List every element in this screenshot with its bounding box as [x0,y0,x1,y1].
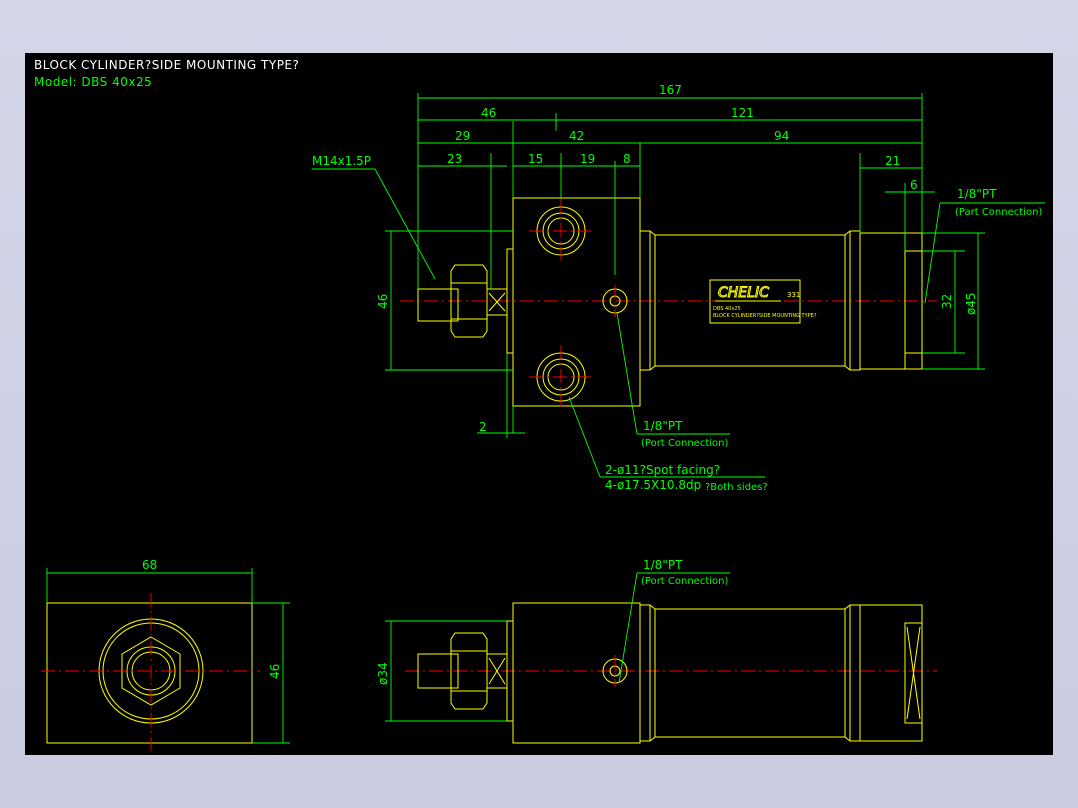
dim-121: 121 [731,106,754,120]
note-counterbore: 4-ø17.5X10.8dp [605,478,701,492]
cad-drawing: BLOCK CYLINDER?SIDE MOUNTING TYPE? Model… [34,58,1045,751]
drawing-canvas: BLOCK CYLINDER?SIDE MOUNTING TYPE? Model… [25,53,1053,755]
dim-15: 15 [528,152,543,166]
dim-8: 8 [623,152,631,166]
note-port-conn-bottom: (Port Connection) [641,576,728,587]
label-line1: DBS 40x25 [713,306,741,312]
dim-21: 21 [885,154,900,168]
dim-6: 6 [910,178,918,192]
dim-167: 167 [659,83,682,97]
dim-2: 2 [479,420,487,434]
block-body [512,197,641,407]
note-port-conn-mid: (Port Connection) [641,438,728,449]
main-view: CHELIC 331 DBS 40x25 BLOCK CYLINDER?SIDE… [400,197,937,409]
note-both-sides: ?Both sides? [705,482,768,493]
label-brand: CHELIC [718,285,769,301]
dim-42: 42 [569,129,584,143]
dim-46-top: 46 [481,106,496,120]
note-thread: M14x1.5P [312,154,371,168]
rod-end [417,288,459,322]
dim-19: 19 [580,152,595,166]
note-port-conn-right: (Part Connection) [955,207,1042,218]
note-port-pt-mid: 1/8"PT [643,419,683,433]
label-line2: BLOCK CYLINDER?SIDE MOUNTING TYPE? [713,313,817,319]
note-spot-facing: 2-ø11?Spot facing? [605,463,720,477]
dim-dia45: ø45 [964,292,978,315]
note-port-pt-right: 1/8"PT [957,187,997,201]
main-notes: M14x1.5P 1/8"PT (Part Connection) 1/8"PT… [312,154,1045,493]
dim-46-left: 46 [376,294,390,309]
dim-32: 32 [940,294,954,309]
end-block [46,602,253,744]
side-dimensions: ø34 1/8"PT (Port Connection) [376,558,730,722]
side-end-cap [859,604,923,742]
dim-29: 29 [455,129,470,143]
side-view [405,602,937,744]
dim-46-end: 46 [268,664,282,679]
dim-23: 23 [447,152,462,166]
drawing-title: BLOCK CYLINDER?SIDE MOUNTING TYPE? [34,58,299,72]
label-code: 331 [787,291,800,299]
model-label: Model: DBS 40x25 [34,75,152,89]
end-view [41,593,260,751]
main-dimensions: 167 46 121 29 42 94 23 15 19 8 21 6 46 2… [376,83,985,438]
dim-94: 94 [774,129,789,143]
dim-68: 68 [142,558,157,572]
dim-dia34: ø34 [376,662,390,685]
note-port-pt-bottom: 1/8"PT [643,558,683,572]
side-tube [640,604,861,742]
